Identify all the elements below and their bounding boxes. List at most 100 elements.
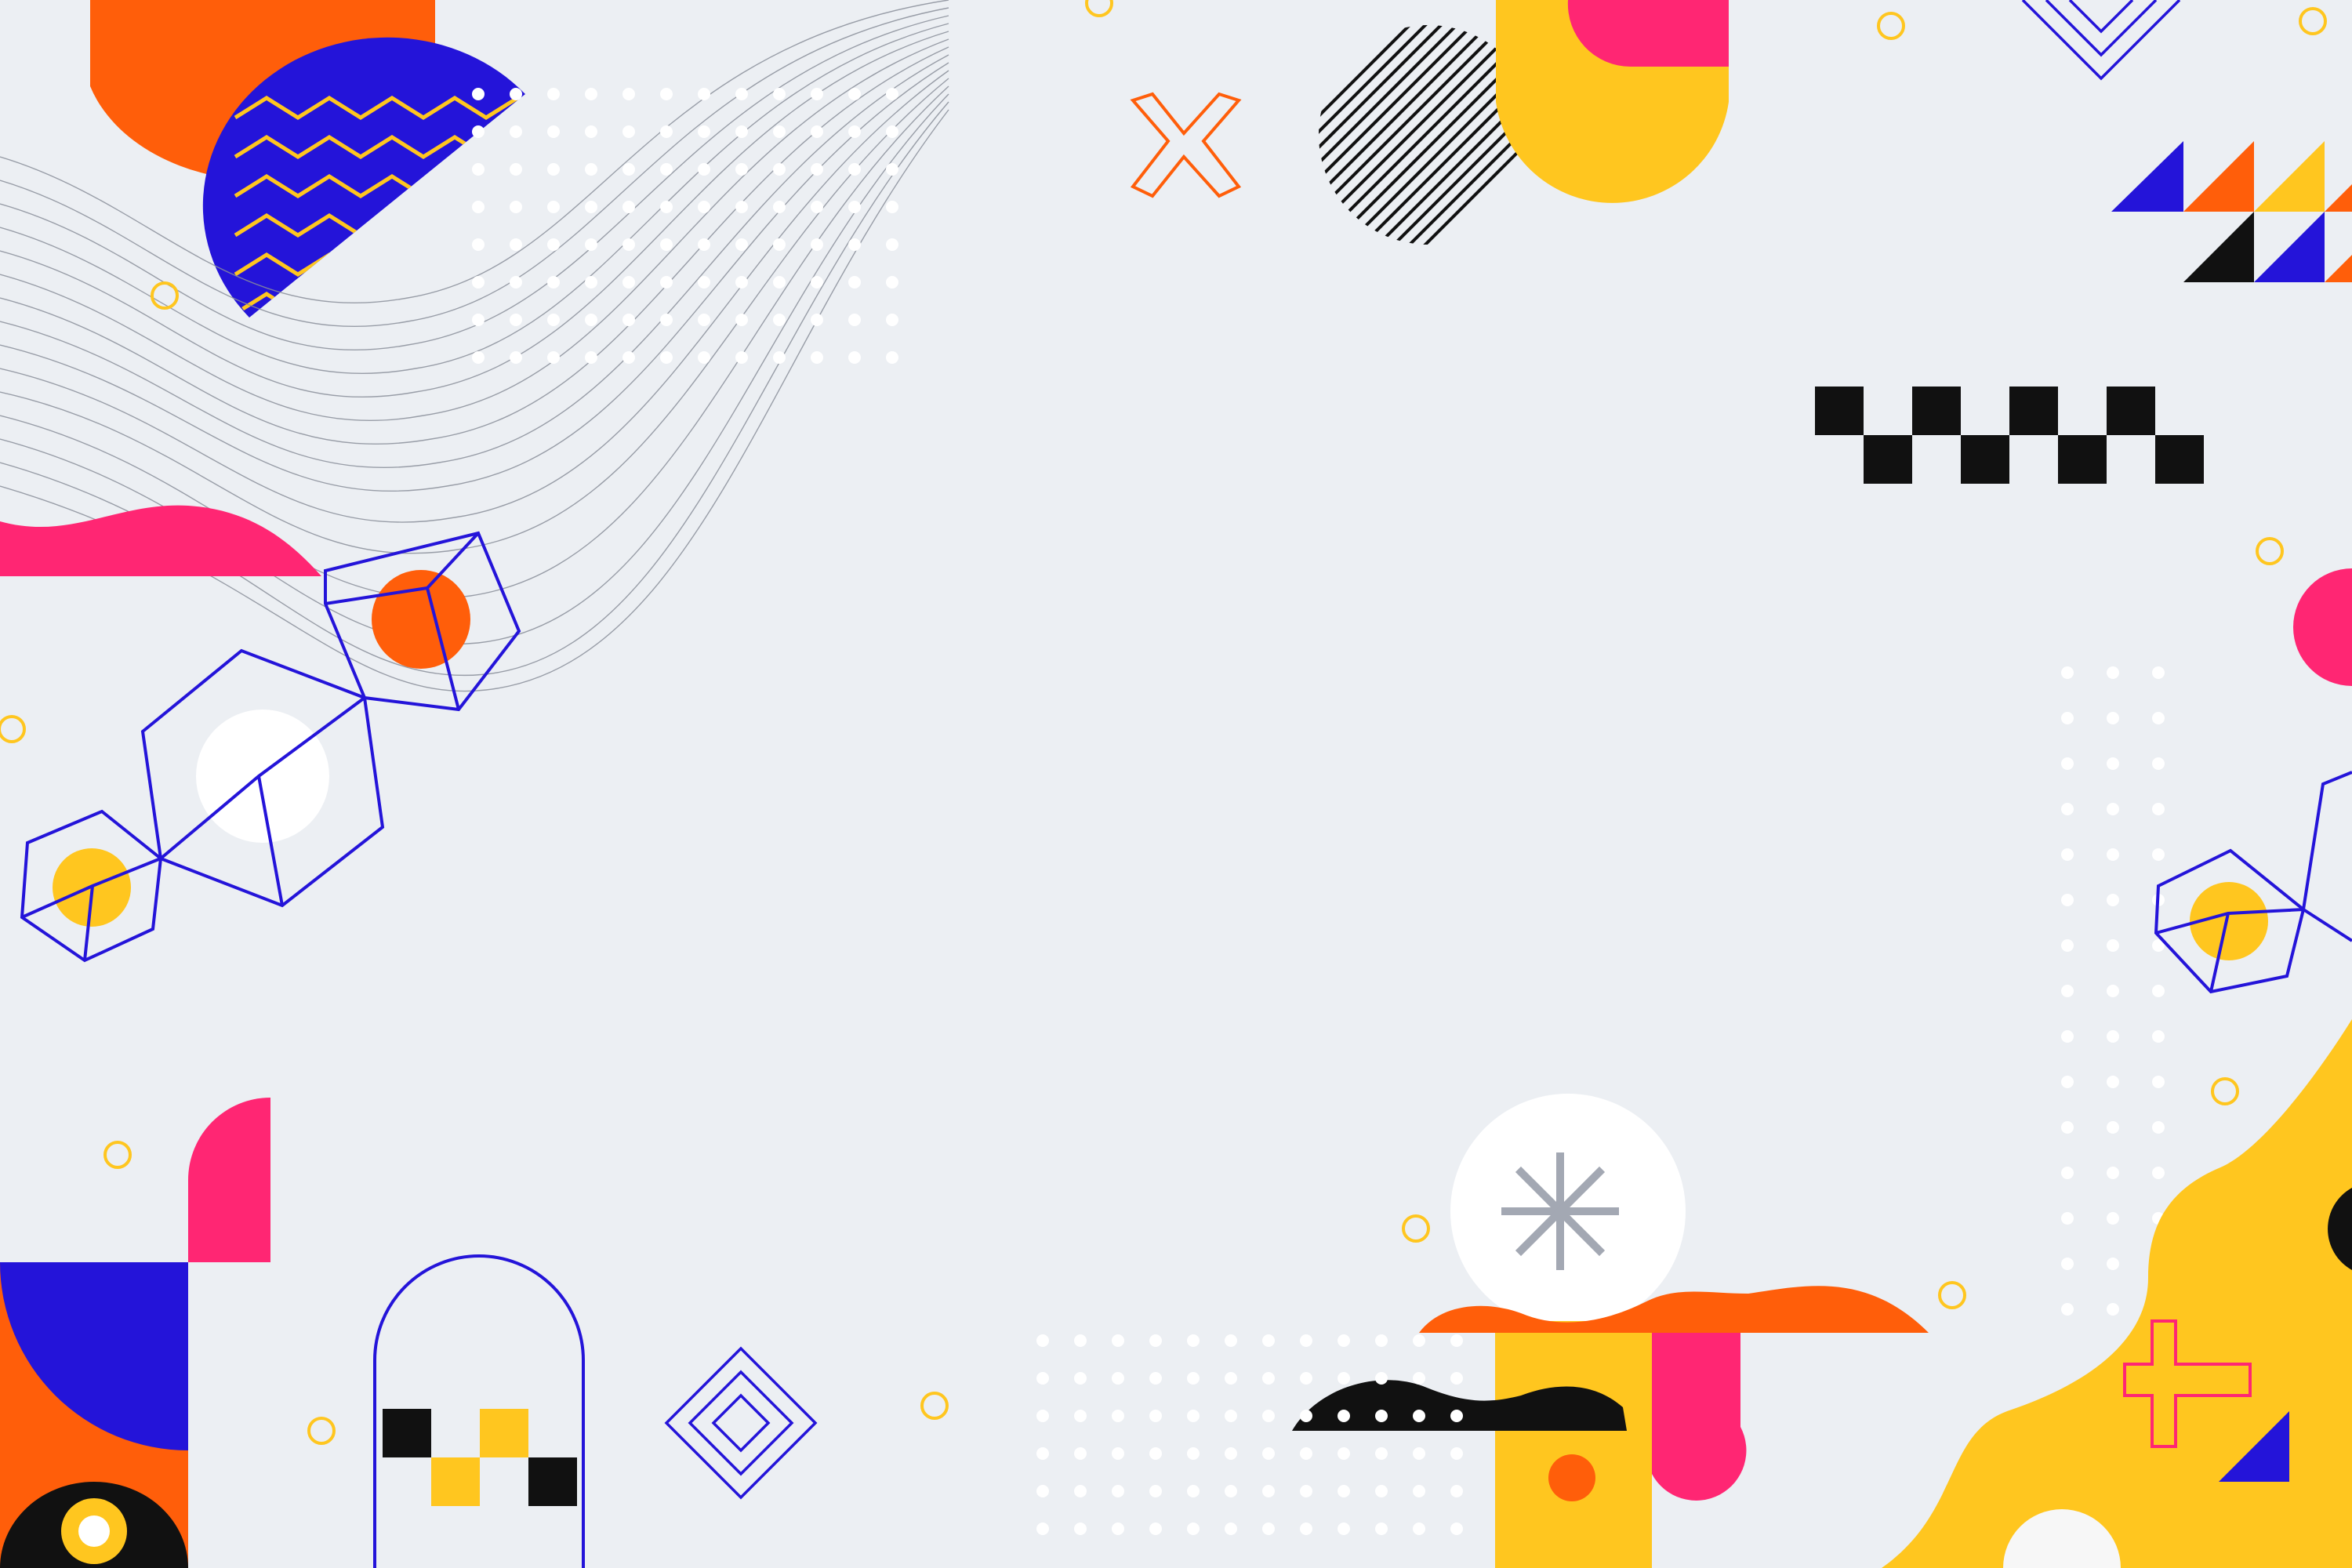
dot [848,88,861,100]
dot [1300,1372,1312,1385]
dot [547,238,560,251]
dot [1036,1485,1049,1497]
dot [773,163,786,176]
dot [2152,803,2165,815]
dot [547,351,560,364]
dot [585,163,597,176]
dot [698,314,710,326]
dot [622,351,635,364]
dot [660,351,673,364]
dot [735,351,748,364]
dot [585,351,597,364]
white-dot-cube [196,710,329,843]
dot [886,201,898,213]
dot [2107,894,2119,906]
dot [1225,1485,1237,1497]
dot [1074,1410,1087,1422]
dot [2107,848,2119,861]
dot [510,163,522,176]
dot [1074,1334,1087,1347]
dot [1375,1372,1388,1385]
dot [1413,1372,1425,1385]
dot [1225,1447,1237,1460]
dot [848,163,861,176]
dot [1262,1372,1275,1385]
dot [811,201,823,213]
dot [1074,1523,1087,1535]
dot [547,163,560,176]
dot [848,314,861,326]
dot [698,238,710,251]
orange-dot-cube [372,570,470,669]
dot [1375,1334,1388,1347]
dot [848,125,861,138]
dot [660,163,673,176]
dot [735,125,748,138]
abstract-geometric-background [0,0,2352,1568]
dot [547,314,560,326]
dot [1187,1410,1200,1422]
asterisk-icon [1501,1152,1619,1270]
dot [773,238,786,251]
dot [735,238,748,251]
dot [698,201,710,213]
dot [1187,1485,1200,1497]
dot [1149,1447,1162,1460]
dot [1112,1334,1124,1347]
dot [510,88,522,100]
dot [2061,939,2074,952]
dot [472,88,485,100]
dot [2061,666,2074,679]
artwork [0,0,2352,1568]
dot [510,125,522,138]
dot [811,314,823,326]
white-dot-bl [78,1515,110,1547]
dot [2107,939,2119,952]
dot [1112,1410,1124,1422]
dot [1413,1410,1425,1422]
dot [1450,1410,1463,1422]
dot [698,88,710,100]
dot [1225,1523,1237,1535]
dot [735,276,748,289]
dot [622,314,635,326]
orange-dot-pillar [1548,1454,1595,1501]
dot [2152,848,2165,861]
dot [1262,1485,1275,1497]
dot [1375,1447,1388,1460]
dot [622,276,635,289]
dot [2061,1076,2074,1088]
dot [2107,666,2119,679]
dot [698,163,710,176]
dot [510,276,522,289]
dot [1074,1485,1087,1497]
dot [622,201,635,213]
dot [1413,1523,1425,1535]
dot [510,314,522,326]
dot [735,88,748,100]
dot [547,125,560,138]
dot [1262,1334,1275,1347]
dot [698,125,710,138]
dot [1450,1334,1463,1347]
dot [2107,757,2119,770]
dot [773,314,786,326]
dot [1187,1372,1200,1385]
dot [735,163,748,176]
dot [2061,757,2074,770]
dot [1300,1523,1312,1535]
dot [1149,1523,1162,1535]
dot [2061,1167,2074,1179]
dot [1413,1447,1425,1460]
dot [886,276,898,289]
dot [811,238,823,251]
dot [2061,894,2074,906]
dot [1413,1485,1425,1497]
dot [1300,1410,1312,1422]
dot [622,125,635,138]
dot [1225,1372,1237,1385]
dot [848,238,861,251]
yellow-pillar [1495,1321,1652,1568]
dot [1149,1372,1162,1385]
dot [2061,712,2074,724]
